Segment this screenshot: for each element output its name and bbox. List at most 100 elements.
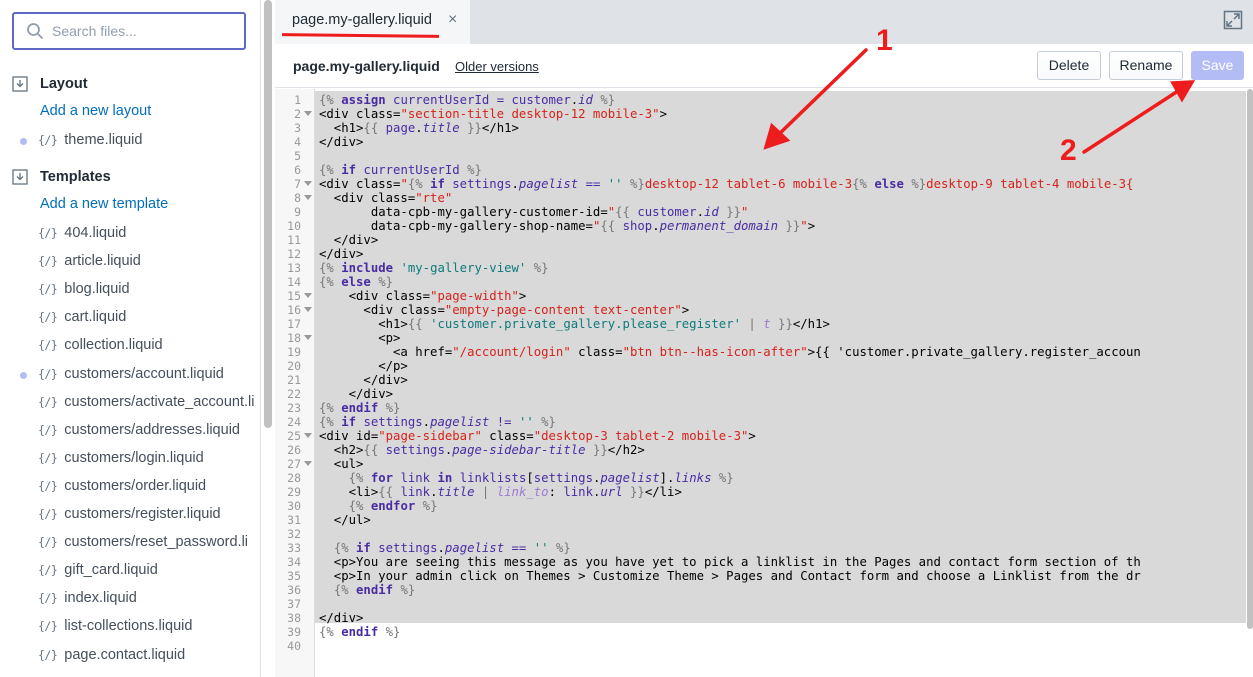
file-item[interactable]: {/} customers/register.liquid: [38, 506, 221, 522]
editor-scrollbar[interactable]: [1247, 89, 1253, 629]
expand-icon[interactable]: [1223, 10, 1243, 30]
line-number: 16: [287, 303, 301, 317]
file-item[interactable]: {/} theme.liquid: [38, 132, 142, 148]
line-number: 25: [287, 429, 301, 443]
liquid-file-icon: {/}: [38, 647, 58, 662]
close-icon[interactable]: ×: [448, 11, 457, 29]
file-item-label: customers/order.liquid: [64, 477, 207, 494]
file-item[interactable]: {/} article.liquid: [38, 253, 141, 269]
line-number: 20: [287, 359, 301, 373]
section-title: Templates: [40, 169, 111, 185]
file-item[interactable]: {/} cart.liquid: [38, 309, 126, 325]
line-number: 1: [294, 93, 301, 107]
line-number: 17: [287, 317, 301, 331]
file-item[interactable]: {/} index.liquid: [38, 590, 137, 606]
file-item[interactable]: {/} collection.liquid: [38, 337, 163, 353]
liquid-file-icon: {/}: [38, 226, 58, 240]
line-number: 28: [287, 471, 301, 485]
file-item-label: list-collections.liquid: [64, 618, 193, 635]
file-item[interactable]: {/} blog.liquid: [38, 281, 130, 297]
liquid-file-icon: {/}: [38, 450, 58, 465]
section-header-templates[interactable]: Templates: [12, 167, 111, 187]
rename-button[interactable]: Rename: [1109, 51, 1183, 80]
file-item-label: index.liquid: [64, 590, 137, 607]
line-number: 6: [294, 163, 301, 177]
code-line: </div>: [319, 373, 408, 387]
fold-arrow-icon[interactable]: [304, 111, 312, 117]
collapse-folder-icon: [12, 76, 28, 92]
file-item[interactable]: {/} customers/login.liquid: [38, 450, 204, 466]
file-item-label: customers/reset_password.li: [64, 534, 249, 551]
file-item-label: customers/register.liquid: [64, 506, 221, 522]
liquid-file-icon: {/}: [38, 366, 58, 381]
line-number: 40: [287, 639, 301, 653]
file-item[interactable]: {/} customers/order.liquid: [38, 478, 206, 494]
file-item[interactable]: {/} list-collections.liquid: [38, 618, 192, 634]
tab-label: page.my-gallery.liquid: [292, 12, 432, 28]
search-box[interactable]: [12, 12, 246, 50]
line-number: 31: [287, 513, 301, 527]
save-button[interactable]: Save: [1191, 51, 1244, 80]
line-number: 21: [287, 373, 301, 387]
section-title: Layout: [40, 76, 88, 92]
code-line: <h1>{{ page.title }}</h1>: [319, 121, 519, 135]
tab-page-my-gallery[interactable]: page.my-gallery.liquid ×: [275, 0, 471, 44]
file-item-label: page.contact.liquid: [64, 646, 186, 663]
liquid-file-icon: {/}: [38, 507, 58, 521]
file-item-label: cart.liquid: [64, 309, 127, 326]
fold-arrow-icon[interactable]: [304, 293, 312, 299]
fold-arrow-icon[interactable]: [304, 461, 312, 467]
line-number: 13: [287, 261, 301, 275]
fold-arrow-icon[interactable]: [304, 335, 312, 341]
code-line: <div class="{% if settings.pagelist == '…: [319, 177, 1134, 191]
liquid-file-icon: {/}: [38, 254, 58, 269]
file-sidebar: Layout Add a new layout {/} theme.liquid Tem…: [0, 0, 261, 677]
file-item[interactable]: {/} customers/addresses.liquid: [38, 422, 240, 438]
line-number: 8: [294, 191, 301, 205]
file-item[interactable]: {/} customers/account.liquid: [38, 366, 224, 382]
add-new-templates-link[interactable]: Add a new template: [40, 196, 168, 212]
code-line: data-cpb-my-gallery-customer-id="{{ cust…: [319, 205, 749, 219]
liquid-file-icon: {/}: [38, 338, 58, 353]
file-item[interactable]: {/} customers/reset_password.li: [38, 534, 248, 550]
add-new-layout-link[interactable]: Add a new layout: [40, 103, 151, 119]
file-item[interactable]: {/} gift_card.liquid: [38, 562, 158, 578]
file-item-label: collection.liquid: [64, 337, 163, 354]
code-line: {% for link in linklists[settings.pageli…: [348, 471, 734, 485]
file-item-label: blog.liquid: [64, 281, 130, 298]
code-line: </div>: [319, 233, 379, 247]
line-number: 34: [287, 555, 301, 569]
file-item[interactable]: {/} customers/activate_account.li: [38, 394, 254, 410]
fold-arrow-icon[interactable]: [304, 195, 312, 201]
file-item-label: theme.liquid: [64, 132, 143, 148]
line-number: 5: [294, 149, 301, 163]
code-line: {% endif %}: [319, 625, 401, 639]
section-header-layout[interactable]: Layout: [12, 74, 88, 94]
code-line: <h2>{{ settings.page-sidebar-title }}</h…: [319, 443, 645, 457]
search-input[interactable]: [52, 21, 237, 41]
sidebar-scrollbar[interactable]: [264, 0, 272, 428]
line-number: 29: [287, 485, 301, 499]
code-line: </div>: [319, 135, 364, 149]
code-line: {% include 'my-gallery-view' %}: [319, 261, 549, 275]
file-item[interactable]: {/} page.contact.liquid: [38, 647, 185, 663]
code-line: <li>{{ link.title | link_to: link.url }}…: [319, 485, 682, 499]
liquid-file-icon: {/}: [38, 133, 58, 147]
code-line: </p>: [319, 359, 408, 373]
delete-button[interactable]: Delete: [1037, 51, 1101, 80]
code-line: </div>: [319, 247, 364, 261]
code-area[interactable]: {% assign currentUserId = customer.id %}…: [315, 89, 1246, 677]
code-editor[interactable]: 1 2 3 4 5 6 7 8 9 10 11 12 13 14 15 16 17 18 19 20 21 22 23 24 2…: [275, 89, 1253, 677]
fold-arrow-icon[interactable]: [304, 307, 312, 313]
editor-pane: page.my-gallery.liquid × page.my-gallery…: [275, 0, 1253, 677]
fold-arrow-icon[interactable]: [304, 433, 312, 439]
liquid-file-icon: {/}: [38, 282, 58, 297]
line-number: 30: [287, 499, 301, 513]
file-item[interactable]: {/} 404.liquid: [38, 225, 126, 241]
older-versions-link[interactable]: Older versions: [455, 59, 539, 74]
line-number: 4: [294, 135, 301, 149]
line-number: 35: [287, 569, 301, 583]
file-header: page.my-gallery.liquid Older versions De…: [275, 44, 1253, 88]
code-line: <div class="page-width">: [319, 289, 527, 303]
fold-arrow-icon[interactable]: [304, 181, 312, 187]
